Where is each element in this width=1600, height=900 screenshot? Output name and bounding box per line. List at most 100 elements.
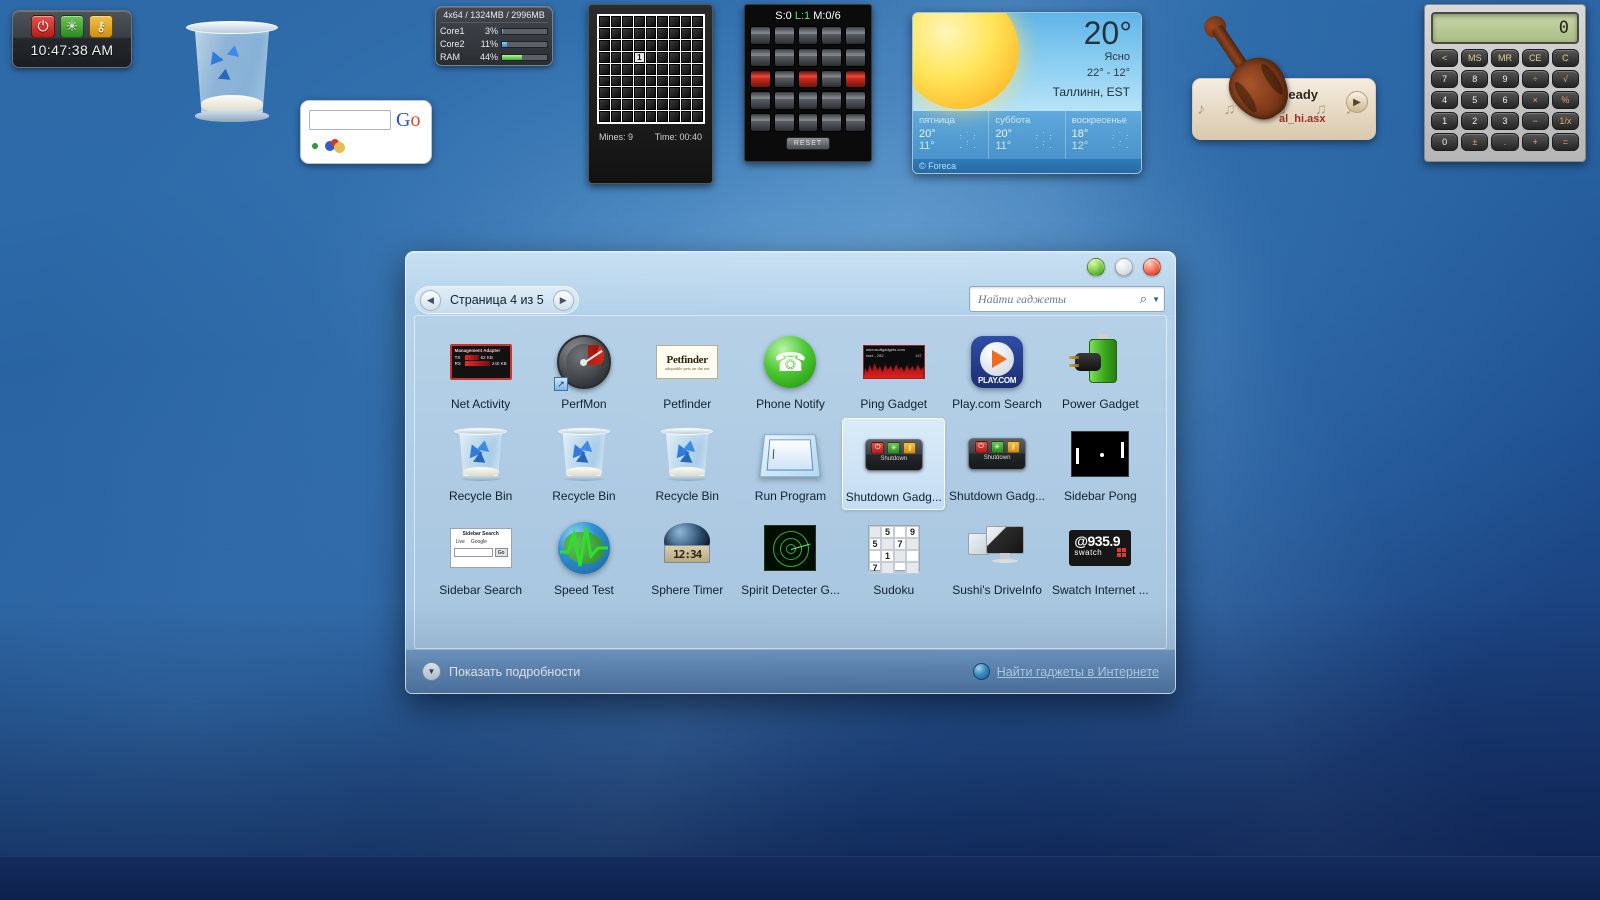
gadget-item-shutdown-gadg[interactable]: ⏻ ✳ ⚷ Shutdown Shutdown Gadg... [842,418,946,510]
minimize-button[interactable] [1087,258,1105,276]
gadget-item-net-activity[interactable]: Management Adapter TX 62 KB RX 240 KB Net Act… [429,326,532,416]
calculator-key[interactable]: ÷ [1521,70,1549,88]
light-cell[interactable] [773,47,795,67]
minesweeper-cell[interactable]: 1 [634,51,645,63]
calculator-key[interactable]: ± [1461,133,1489,151]
minesweeper-cell[interactable] [599,63,610,75]
minesweeper-cell[interactable] [622,27,633,39]
minesweeper-cell[interactable] [657,39,668,51]
minesweeper-cell[interactable] [634,75,645,87]
google-search-input[interactable] [309,110,391,130]
light-cell[interactable] [773,69,795,89]
calculator-key[interactable]: − [1521,112,1549,130]
minesweeper-cell[interactable] [645,111,657,122]
find-gadgets-online-link[interactable]: Найти гаджеты в Интернете [972,663,1159,680]
minesweeper-cell[interactable] [669,51,680,63]
desktop-shutdown-gadget[interactable]: ⏻ ✳ ⚷ 10:47:38 AM [12,10,132,68]
calculator-key[interactable]: × [1521,91,1549,109]
gadget-item-power-gadget[interactable]: Power Gadget [1049,326,1152,416]
light-cell[interactable] [750,91,771,111]
minesweeper-cell[interactable] [610,63,622,75]
play-icon[interactable]: ▶ [1346,91,1368,113]
calculator-key[interactable]: 4 [1431,91,1459,109]
minesweeper-cell[interactable] [610,99,622,111]
light-cell[interactable] [845,91,866,111]
previous-page-button[interactable]: ◀ [420,289,441,311]
gadget-item-speed-test[interactable]: Speed Test [532,512,635,602]
light-cell[interactable] [797,69,819,89]
gadget-gallery-window[interactable]: ◀ Страница 4 из 5 ▶ Найти гаджеты ⌕ ▼ Ma… [405,251,1176,694]
calculator-key[interactable]: 2 [1461,112,1489,130]
light-cell[interactable] [797,47,819,67]
minesweeper-cell[interactable] [669,111,680,122]
light-cell[interactable] [845,69,866,89]
minesweeper-cell[interactable] [622,51,633,63]
gadget-item-sudoku[interactable]: 5 9 5 7 1 7 Sudoku [842,512,945,602]
minesweeper-cell[interactable] [692,39,703,51]
calculator-key[interactable]: C [1551,49,1579,67]
minesweeper-cell[interactable] [622,63,633,75]
minesweeper-cell[interactable] [610,27,622,39]
search-box[interactable]: Найти гаджеты ⌕ ▼ [969,286,1165,312]
minesweeper-cell[interactable] [622,39,633,51]
gadget-item-sushi-s-driveinfo[interactable]: Sushi's DriveInfo [945,512,1048,602]
search-input[interactable]: Найти гаджеты [978,292,1137,307]
minesweeper-cell[interactable] [645,39,657,51]
light-cell[interactable] [821,69,843,89]
minesweeper-cell[interactable] [634,27,645,39]
calculator-key[interactable]: 0 [1431,133,1459,151]
minesweeper-cell[interactable] [657,63,668,75]
minesweeper-cell[interactable] [610,39,622,51]
minesweeper-cell[interactable] [622,87,633,99]
minesweeper-cell[interactable] [645,27,657,39]
minesweeper-cell[interactable] [645,63,657,75]
minesweeper-cell[interactable] [680,39,692,51]
minesweeper-cell[interactable] [599,27,610,39]
light-cell[interactable] [821,47,843,67]
lights-grid[interactable] [750,26,866,132]
minesweeper-cell[interactable] [622,75,633,87]
gadget-item-recycle-bin[interactable]: Recycle Bin [532,418,635,510]
next-page-button[interactable]: ▶ [552,289,574,311]
minesweeper-cell[interactable] [610,75,622,87]
minesweeper-cell[interactable] [657,87,668,99]
minesweeper-cell[interactable] [610,111,622,122]
light-cell[interactable] [797,113,819,132]
light-cell[interactable] [750,26,771,45]
minesweeper-cell[interactable] [692,51,703,63]
minesweeper-cell[interactable] [645,87,657,99]
light-cell[interactable] [750,69,771,89]
minesweeper-cell[interactable] [599,87,610,99]
gadget-item-swatch-internet[interactable]: @935.9 swatch Swatch Internet ... [1049,512,1152,602]
gadget-item-recycle-bin[interactable]: Recycle Bin [429,418,532,510]
desktop-perfmon-gadget[interactable]: 4x64 / 1324MB / 2996MB Core1 3% Core2 11… [435,6,553,66]
light-cell[interactable] [797,26,819,45]
minesweeper-cell[interactable] [657,75,668,87]
desktop-lights-out-gadget[interactable]: S:0 L:1 M:0/6 RESET [744,4,872,162]
minesweeper-cell[interactable] [669,27,680,39]
light-cell[interactable] [845,26,866,45]
minesweeper-cell[interactable] [634,111,645,122]
minesweeper-cell[interactable] [599,75,610,87]
minesweeper-cell[interactable] [692,99,703,111]
minesweeper-cell[interactable] [599,39,610,51]
minesweeper-cell[interactable] [657,111,668,122]
minesweeper-cell[interactable] [680,51,692,63]
gadget-item-ping-gadget[interactable]: microsoftgadgets.com max - 282 147 Ping Gad… [842,326,945,416]
calculator-key[interactable]: √ [1551,70,1579,88]
minesweeper-cell[interactable] [669,16,680,27]
minesweeper-cell[interactable] [669,99,680,111]
minesweeper-cell[interactable] [669,39,680,51]
minesweeper-cell[interactable] [645,16,657,27]
calculator-key[interactable]: . [1491,133,1519,151]
gadget-item-run-program[interactable]: Run Program [739,418,842,510]
light-cell[interactable] [845,113,866,132]
minesweeper-cell[interactable] [692,16,703,27]
minesweeper-cell[interactable] [610,51,622,63]
desktop-calculator-gadget[interactable]: 0 < MS MR CE C 7 8 9 ÷ √ 4 5 6 ×% 1 2 3−1/x 0 ±. + = [1424,4,1586,162]
minesweeper-cell[interactable] [657,27,668,39]
calculator-key[interactable]: 6 [1491,91,1519,109]
minesweeper-cell[interactable] [692,27,703,39]
minesweeper-cell[interactable] [692,75,703,87]
calculator-key[interactable]: 9 [1491,70,1519,88]
